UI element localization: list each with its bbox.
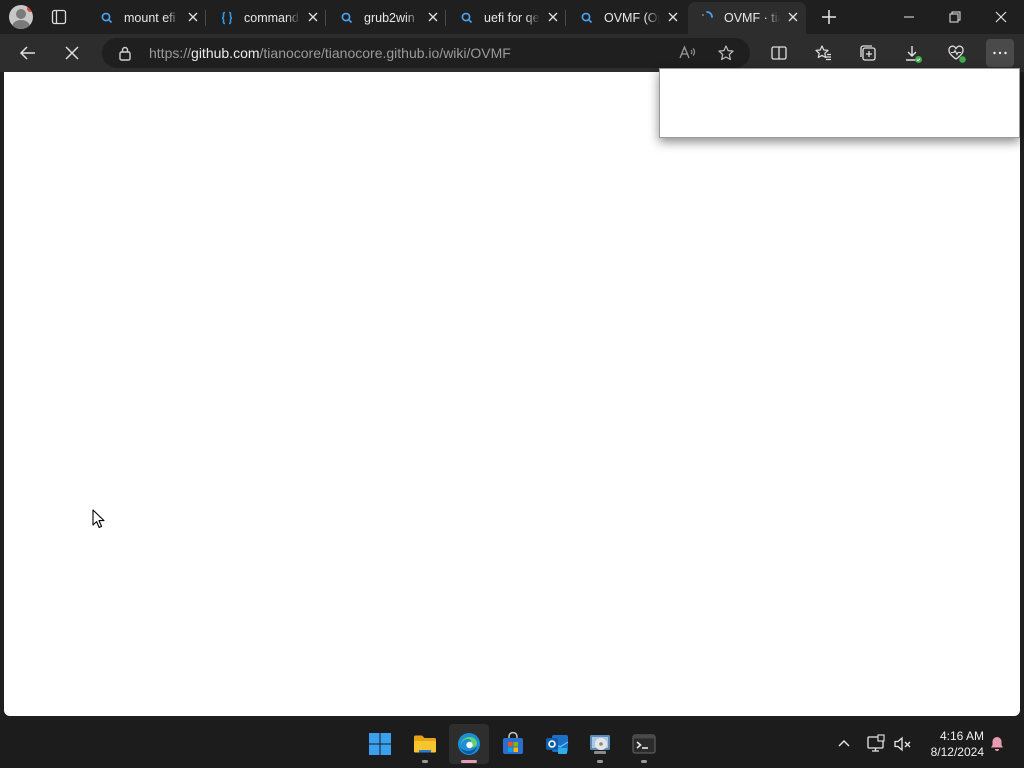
search-icon: [581, 12, 593, 24]
search-icon: [101, 12, 113, 24]
more-horizontal-icon: [993, 51, 1007, 55]
outlook-new-app[interactable]: [537, 724, 577, 764]
close-window-button[interactable]: [978, 0, 1024, 34]
browser-toolbar: https://github.com/tianocore/tianocore.g…: [0, 34, 1024, 72]
braces-icon: [221, 11, 233, 25]
close-tab-icon[interactable]: [546, 10, 560, 24]
download-icon: [906, 46, 922, 63]
url-path: /tianocore/tianocore.github.io/wiki/OVMF: [259, 45, 511, 61]
back-button[interactable]: [16, 41, 40, 65]
minimize-icon: [904, 16, 914, 18]
mouse-cursor-icon: [92, 509, 105, 529]
tab-mount-efi[interactable]: mount efi: [88, 4, 206, 32]
close-tab-icon[interactable]: [786, 10, 800, 24]
close-tab-icon[interactable]: [186, 10, 200, 24]
favorites-icon: [815, 45, 831, 61]
tab-command[interactable]: command: [208, 4, 326, 32]
terminal-app[interactable]: [624, 724, 664, 764]
volume-muted-icon[interactable]: [892, 734, 912, 754]
minimize-button[interactable]: [886, 0, 932, 34]
tab-strip: mount efi command grub2win uefi for qe O…: [0, 0, 1024, 34]
page-content-blank[interactable]: [4, 72, 1020, 716]
disk-icon: [590, 735, 610, 754]
downloads-button[interactable]: [900, 41, 924, 65]
microsoft-store-app[interactable]: [493, 724, 533, 764]
windows-taskbar: 4:16 AM 8/12/2024: [0, 720, 1024, 768]
read-aloud-icon[interactable]: [678, 44, 696, 62]
clock-time: 4:16 AM: [939, 729, 984, 743]
tab-grub2win[interactable]: grub2win: [328, 4, 446, 32]
tab-label: command: [244, 11, 299, 25]
split-screen-icon: [771, 46, 787, 60]
tab-label: OVMF · tia: [724, 11, 780, 25]
settings-menu-popup[interactable]: [659, 68, 1020, 138]
file-explorer-app[interactable]: [405, 724, 445, 764]
restore-icon: [949, 11, 961, 23]
settings-more-button[interactable]: [986, 39, 1014, 67]
browser-essentials-button[interactable]: [944, 41, 968, 65]
url-protocol: https://: [149, 45, 192, 61]
tab-ovmf-search[interactable]: OVMF (Op: [568, 4, 686, 32]
tab-label: mount efi: [124, 11, 176, 25]
profile-avatar[interactable]: [9, 5, 33, 29]
tab-label: grub2win: [364, 11, 415, 25]
folder-icon: [414, 735, 436, 753]
heart-pulse-icon: [948, 45, 966, 63]
show-hidden-icons-chevron-icon[interactable]: [836, 736, 852, 752]
collections-button[interactable]: [856, 41, 880, 65]
windows-logo-icon: [369, 733, 391, 755]
stop-loading-button[interactable]: [60, 41, 84, 65]
outlook-icon: [546, 735, 569, 754]
notification-dot: [27, 5, 33, 12]
network-icon[interactable]: [866, 734, 886, 754]
tab-actions-icon[interactable]: [48, 7, 70, 27]
tab-ovmf-active[interactable]: OVMF · tia: [688, 2, 806, 34]
search-icon: [341, 12, 353, 24]
edge-app[interactable]: [449, 724, 489, 764]
url-domain: github.com: [191, 45, 260, 61]
terminal-icon: [632, 734, 656, 754]
url-text[interactable]: https://github.com/tianocore/tianocore.g…: [149, 45, 511, 61]
close-tab-icon[interactable]: [426, 10, 440, 24]
system-clock[interactable]: 4:16 AM 8/12/2024: [918, 728, 984, 760]
favorite-star-icon[interactable]: [717, 44, 735, 62]
plus-icon: [822, 10, 836, 24]
restore-button[interactable]: [932, 0, 978, 34]
loading-spinner-icon: [702, 11, 713, 18]
notification-bell-icon[interactable]: [988, 735, 1006, 753]
clock-date: 8/12/2024: [930, 745, 984, 759]
disk-utility-app[interactable]: [580, 724, 620, 764]
tab-uefi-for-qemu[interactable]: uefi for qe: [448, 4, 566, 32]
close-icon: [65, 46, 79, 60]
new-tab-button[interactable]: [819, 7, 839, 27]
store-icon: [503, 732, 523, 754]
edge-icon: [458, 733, 480, 755]
arrow-left-icon: [19, 46, 35, 60]
collections-icon: [860, 45, 876, 61]
close-icon: [995, 11, 1007, 23]
search-icon: [461, 12, 473, 24]
tab-label: OVMF (Op: [604, 11, 660, 25]
favorites-button[interactable]: [811, 41, 835, 65]
close-tab-icon[interactable]: [666, 10, 680, 24]
close-tab-icon[interactable]: [306, 10, 320, 24]
tab-label: uefi for qe: [484, 11, 540, 25]
lock-icon[interactable]: [118, 46, 132, 61]
address-bar[interactable]: https://github.com/tianocore/tianocore.g…: [102, 38, 750, 68]
split-screen-button[interactable]: [767, 41, 791, 65]
start-button[interactable]: [360, 724, 400, 764]
